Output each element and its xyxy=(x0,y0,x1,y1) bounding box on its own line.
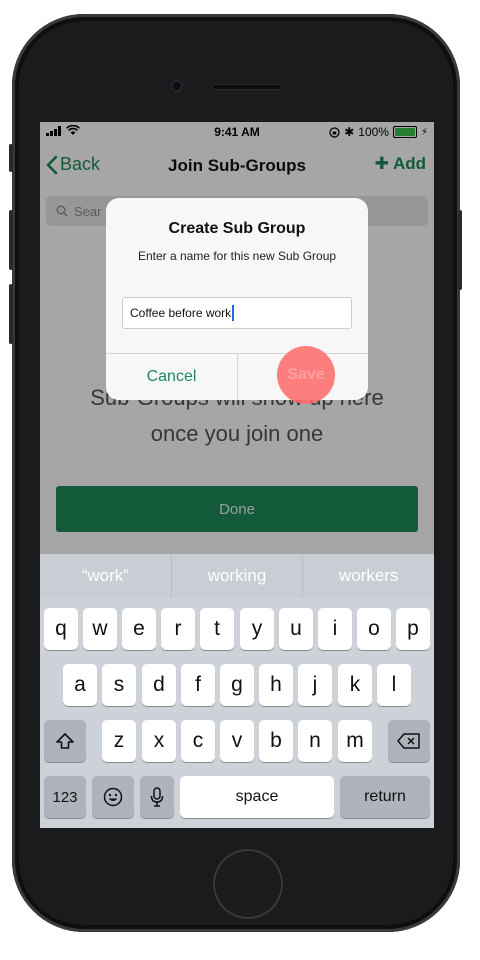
backspace-icon xyxy=(397,733,420,749)
home-button[interactable] xyxy=(213,849,283,919)
volume-up-button xyxy=(9,210,13,270)
key-u[interactable]: u xyxy=(279,608,313,650)
key-w[interactable]: w xyxy=(83,608,117,650)
key-z[interactable]: z xyxy=(102,720,136,762)
key-r[interactable]: r xyxy=(161,608,195,650)
suggestion-1[interactable]: “work” xyxy=(40,554,172,598)
space-key[interactable]: space xyxy=(180,776,334,818)
emoji-key[interactable] xyxy=(92,776,134,818)
cancel-button[interactable]: Cancel xyxy=(106,354,237,400)
dialog-title: Create Sub Group xyxy=(168,220,306,237)
key-e[interactable]: e xyxy=(122,608,156,650)
key-row-1: q w e r t y u i o p xyxy=(40,608,434,654)
key-q[interactable]: q xyxy=(44,608,78,650)
sub-group-name-value: Coffee before work xyxy=(130,306,232,320)
key-y[interactable]: y xyxy=(240,608,274,650)
text-cursor xyxy=(232,305,235,321)
numbers-key[interactable]: 123 xyxy=(44,776,86,818)
key-d[interactable]: d xyxy=(142,664,176,706)
save-button[interactable]: Save xyxy=(277,346,335,404)
suggestion-2[interactable]: working xyxy=(172,554,304,598)
key-n[interactable]: n xyxy=(298,720,332,762)
key-i[interactable]: i xyxy=(318,608,352,650)
key-g[interactable]: g xyxy=(220,664,254,706)
key-s[interactable]: s xyxy=(102,664,136,706)
key-p[interactable]: p xyxy=(396,608,430,650)
key-l[interactable]: l xyxy=(377,664,411,706)
key-h[interactable]: h xyxy=(259,664,293,706)
front-camera xyxy=(171,80,183,92)
key-a[interactable]: a xyxy=(63,664,97,706)
earpiece-speaker xyxy=(212,84,282,90)
key-row-3: z x c v b n m xyxy=(40,720,434,766)
key-row-4: 123 space return xyxy=(40,776,434,822)
key-c[interactable]: c xyxy=(181,720,215,762)
mute-switch xyxy=(9,144,13,172)
power-button xyxy=(458,210,462,290)
key-v[interactable]: v xyxy=(220,720,254,762)
emoji-icon xyxy=(103,787,123,807)
shift-key[interactable] xyxy=(44,720,86,762)
key-f[interactable]: f xyxy=(181,664,215,706)
key-b[interactable]: b xyxy=(259,720,293,762)
return-key[interactable]: return xyxy=(340,776,430,818)
key-row-2: a s d f g h j k l xyxy=(40,664,434,710)
phone-screen: 9:41 AM ✱ 100% ⚡ Back Join Sub-Groups ✚ … xyxy=(40,122,434,828)
volume-down-button xyxy=(9,284,13,344)
suggestion-3[interactable]: workers xyxy=(303,554,434,598)
key-x[interactable]: x xyxy=(142,720,176,762)
delete-key[interactable] xyxy=(388,720,430,762)
predictive-bar: “work” working workers xyxy=(40,554,434,598)
key-o[interactable]: o xyxy=(357,608,391,650)
dialog-message: Enter a name for this new Sub Group xyxy=(137,249,337,263)
shift-icon xyxy=(56,733,74,749)
keyboard: “work” working workers q w e r t y u i o… xyxy=(40,554,434,828)
key-k[interactable]: k xyxy=(338,664,372,706)
sub-group-name-field[interactable]: Coffee before work xyxy=(122,297,352,329)
dialog-button-divider xyxy=(237,354,238,400)
key-t[interactable]: t xyxy=(200,608,234,650)
microphone-icon xyxy=(150,787,164,807)
key-j[interactable]: j xyxy=(298,664,332,706)
dictation-key[interactable] xyxy=(140,776,174,818)
key-m[interactable]: m xyxy=(338,720,372,762)
